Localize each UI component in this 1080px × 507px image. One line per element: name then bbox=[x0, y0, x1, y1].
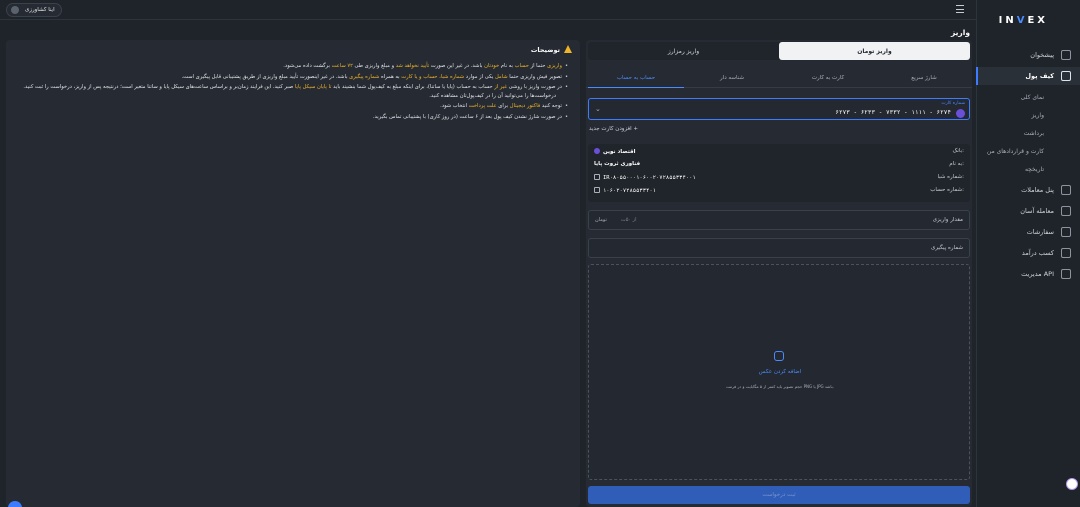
detail-key: شماره حساب: bbox=[930, 187, 964, 193]
plus-icon: + bbox=[633, 126, 638, 132]
tab-card-to-card[interactable]: کارت به کارت bbox=[780, 68, 876, 88]
deposit-type-switch: واریز تومان واریز رمزارز bbox=[588, 42, 970, 60]
tab-quick-charge[interactable]: شارژ سریع bbox=[876, 68, 972, 88]
sidebar-subitem-withdraw[interactable]: برداشت bbox=[976, 126, 1080, 140]
detail-row-account: شماره حساب: ۱۰۶۰۲۰۷۲۸۵۵۳۳۴۰۱ bbox=[588, 187, 970, 198]
earn-icon bbox=[1061, 248, 1071, 258]
tracking-number-input[interactable]: شماره پیگیری bbox=[588, 238, 970, 258]
info-title: توضیحات bbox=[531, 45, 572, 54]
support-icon[interactable] bbox=[1066, 478, 1078, 490]
card-select[interactable]: شماره کارت ۶۲۷۳ - ۶۲۳۳ - ۷۳۳۲ - ۱۱۱۱ - ۶… bbox=[588, 98, 970, 120]
detail-row-bank: بانک: اقتصاد نوین bbox=[588, 148, 970, 159]
sidebar-item-label: کیف پول bbox=[1025, 72, 1054, 80]
deposit-method-tabs: شارژ سریع کارت به کارت شناسه دار حساب به… bbox=[586, 68, 972, 88]
image-upload-icon bbox=[774, 351, 784, 361]
detail-key: شماره شبا: bbox=[937, 174, 964, 180]
card-number: ۶۲۷۳ - ۶۲۳۳ - ۷۳۳۲ - ۱۱۱۱ - ۶۲۷۴ bbox=[835, 109, 951, 116]
sidebar-item-easy-trade[interactable]: معامله آسان bbox=[976, 202, 1080, 220]
detail-value: فناوری ثروت پایا bbox=[594, 161, 641, 167]
page-title: واریز bbox=[950, 28, 970, 37]
sidebar-item-label: معامله آسان bbox=[1020, 207, 1054, 215]
sidebar-subitem-overview[interactable]: نمای کلی bbox=[976, 90, 1080, 104]
add-card-button[interactable]: افزودن کارت جدید + bbox=[589, 126, 638, 132]
main-area: اینا کشاورزی واریز واریز تومان واریز رمز… bbox=[0, 0, 976, 507]
avatar-icon bbox=[11, 6, 19, 14]
list-item: تصویر فیش واریزی حتما شامل یکی از موارد … bbox=[8, 73, 568, 82]
account-details: بانک: اقتصاد نوین به نام: فناوری ثروت پا… bbox=[588, 144, 970, 202]
upload-title: اضافه کردن عکس bbox=[758, 369, 802, 375]
card-select-label: شماره کارت bbox=[941, 101, 965, 106]
sidebar-item-api[interactable]: مدیریت API bbox=[976, 265, 1080, 283]
chevron-down-icon: ⌄ bbox=[595, 105, 601, 113]
sidebar-item-trade-panel[interactable]: پنل معاملات bbox=[976, 181, 1080, 199]
info-panel: توضیحات واریزی حتما از حساب به نام خودتا… bbox=[6, 40, 580, 507]
list-item: واریزی حتما از حساب به نام خودتان باشد. … bbox=[8, 62, 568, 71]
user-name: اینا کشاورزی bbox=[25, 7, 55, 13]
orders-icon bbox=[1061, 227, 1071, 237]
topbar: اینا کشاورزی bbox=[0, 0, 976, 20]
list-item: در صورت واریز با روشی غیر از حساب به حسا… bbox=[8, 83, 568, 100]
hamburger-icon[interactable] bbox=[956, 5, 964, 13]
warning-icon bbox=[564, 45, 572, 53]
sidebar-subitem-cards[interactable]: کارت و قراردادهای من bbox=[976, 144, 1080, 158]
detail-value: IR۰۸۰۵۵۰۰۰۱۰۶۰۰۲۰۷۲۸۵۵۳۳۴۰۰۱ bbox=[594, 174, 696, 181]
image-upload-area[interactable]: اضافه کردن عکس حجم تصویر باید کمتر از ۵ … bbox=[588, 264, 970, 480]
sidebar-item-wallet[interactable]: کیف پول bbox=[976, 67, 1080, 85]
sidebar-item-dashboard[interactable]: پیشخوان bbox=[976, 46, 1080, 64]
user-menu-button[interactable]: اینا کشاورزی bbox=[6, 3, 62, 17]
list-item-continuation: درخواست‌ها را می‌توانید آن را در کیف‌پول… bbox=[429, 92, 556, 99]
trade-icon bbox=[1061, 185, 1071, 195]
amount-hint: از ۵۰ت bbox=[621, 217, 637, 223]
logo: INVEX bbox=[998, 15, 1048, 26]
list-item: توجه کنید فاکتور دیجیتال برای علت پرداخت… bbox=[8, 102, 568, 111]
sidebar-item-label: پیشخوان bbox=[1030, 51, 1054, 59]
api-icon bbox=[1061, 269, 1071, 279]
tab-account-to-account[interactable]: حساب به حساب bbox=[588, 68, 684, 88]
add-card-label: افزودن کارت جدید bbox=[588, 126, 632, 132]
sidebar-item-label: مدیریت API bbox=[1021, 270, 1054, 278]
upload-description: حجم تصویر باید کمتر از ۵ مگابایت و در فر… bbox=[726, 384, 834, 389]
deposit-panel: واریز تومان واریز رمزارز شارژ سریع کارت … bbox=[586, 40, 972, 507]
detail-row-sheba: شماره شبا: IR۰۸۰۵۵۰۰۰۱۰۶۰۰۲۰۷۲۸۵۵۳۳۴۰۰۱ bbox=[588, 174, 970, 185]
dashboard-icon bbox=[1061, 50, 1071, 60]
sidebar-item-label: کسب درآمد bbox=[1021, 249, 1054, 257]
detail-row-owner: به نام: فناوری ثروت پایا bbox=[588, 161, 970, 172]
info-bullets: واریزی حتما از حساب به نام خودتان باشد. … bbox=[8, 62, 568, 123]
copy-icon[interactable] bbox=[594, 187, 600, 193]
segment-crypto-deposit[interactable]: واریز رمزارز bbox=[588, 42, 779, 60]
tracking-placeholder: شماره پیگیری bbox=[931, 245, 963, 251]
detail-key: بانک: bbox=[952, 148, 964, 154]
sidebar-item-label: پنل معاملات bbox=[1021, 186, 1054, 194]
bank-logo-icon bbox=[594, 148, 600, 154]
sidebar-item-earn[interactable]: کسب درآمد bbox=[976, 244, 1080, 262]
tab-deposit-id[interactable]: شناسه دار bbox=[684, 68, 780, 88]
sidebar-subitem-history[interactable]: تاریخچه bbox=[976, 162, 1080, 176]
copy-icon[interactable] bbox=[594, 174, 600, 180]
sidebar: INVEX پیشخوان کیف پول نمای کلی واریز برد… bbox=[976, 0, 1080, 507]
submit-button[interactable]: ثبت درخواست bbox=[588, 486, 970, 504]
detail-key: به نام: bbox=[949, 161, 964, 167]
sidebar-subitem-deposit[interactable]: واریز bbox=[976, 108, 1080, 122]
sidebar-item-label: سفارشات bbox=[1026, 228, 1054, 236]
list-item: در صورت شارژ نشدن کیف پول بعد از ۶ ساعت … bbox=[8, 113, 568, 122]
sidebar-item-orders[interactable]: سفارشات bbox=[976, 223, 1080, 241]
wallet-icon bbox=[1061, 71, 1071, 81]
segment-toman-deposit[interactable]: واریز تومان bbox=[779, 42, 970, 60]
detail-value: ۱۰۶۰۲۰۷۲۸۵۵۳۳۴۰۱ bbox=[594, 187, 656, 194]
amount-unit: تومان bbox=[595, 217, 607, 223]
amount-input[interactable]: مقدار واریزی از ۵۰ت تومان bbox=[588, 210, 970, 230]
detail-value: اقتصاد نوین bbox=[594, 148, 635, 155]
bank-logo-icon bbox=[956, 109, 965, 118]
easy-trade-icon bbox=[1061, 206, 1071, 216]
amount-placeholder: مقدار واریزی bbox=[932, 217, 963, 223]
